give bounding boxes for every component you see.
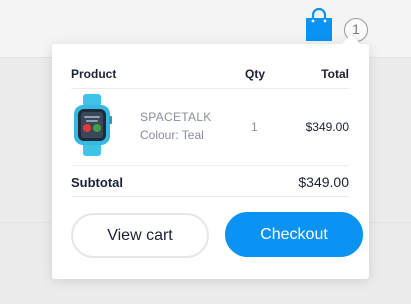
table-divider <box>71 165 349 166</box>
subtotal-value: $349.00 <box>298 174 349 190</box>
smartwatch-image[interactable] <box>71 94 113 156</box>
view-cart-button[interactable]: View cart <box>71 213 209 258</box>
table-divider <box>71 88 349 89</box>
product-price: $349.00 <box>305 120 349 134</box>
checkout-button[interactable]: Checkout <box>225 212 363 257</box>
product-name[interactable]: SPACETALK <box>140 110 212 124</box>
subtotal-label: Subtotal <box>71 175 123 190</box>
product-colour: Colour: Teal <box>140 128 204 142</box>
column-header-total: Total <box>321 67 349 81</box>
column-header-qty: Qty <box>245 67 266 81</box>
product-qty: 1 <box>251 120 258 134</box>
column-header-product: Product <box>71 67 117 81</box>
shopping-bag-icon[interactable] <box>304 8 334 42</box>
mini-cart-popup: Product Qty Total SPACETALK Colour: Teal… <box>52 34 369 279</box>
table-divider <box>71 196 349 197</box>
